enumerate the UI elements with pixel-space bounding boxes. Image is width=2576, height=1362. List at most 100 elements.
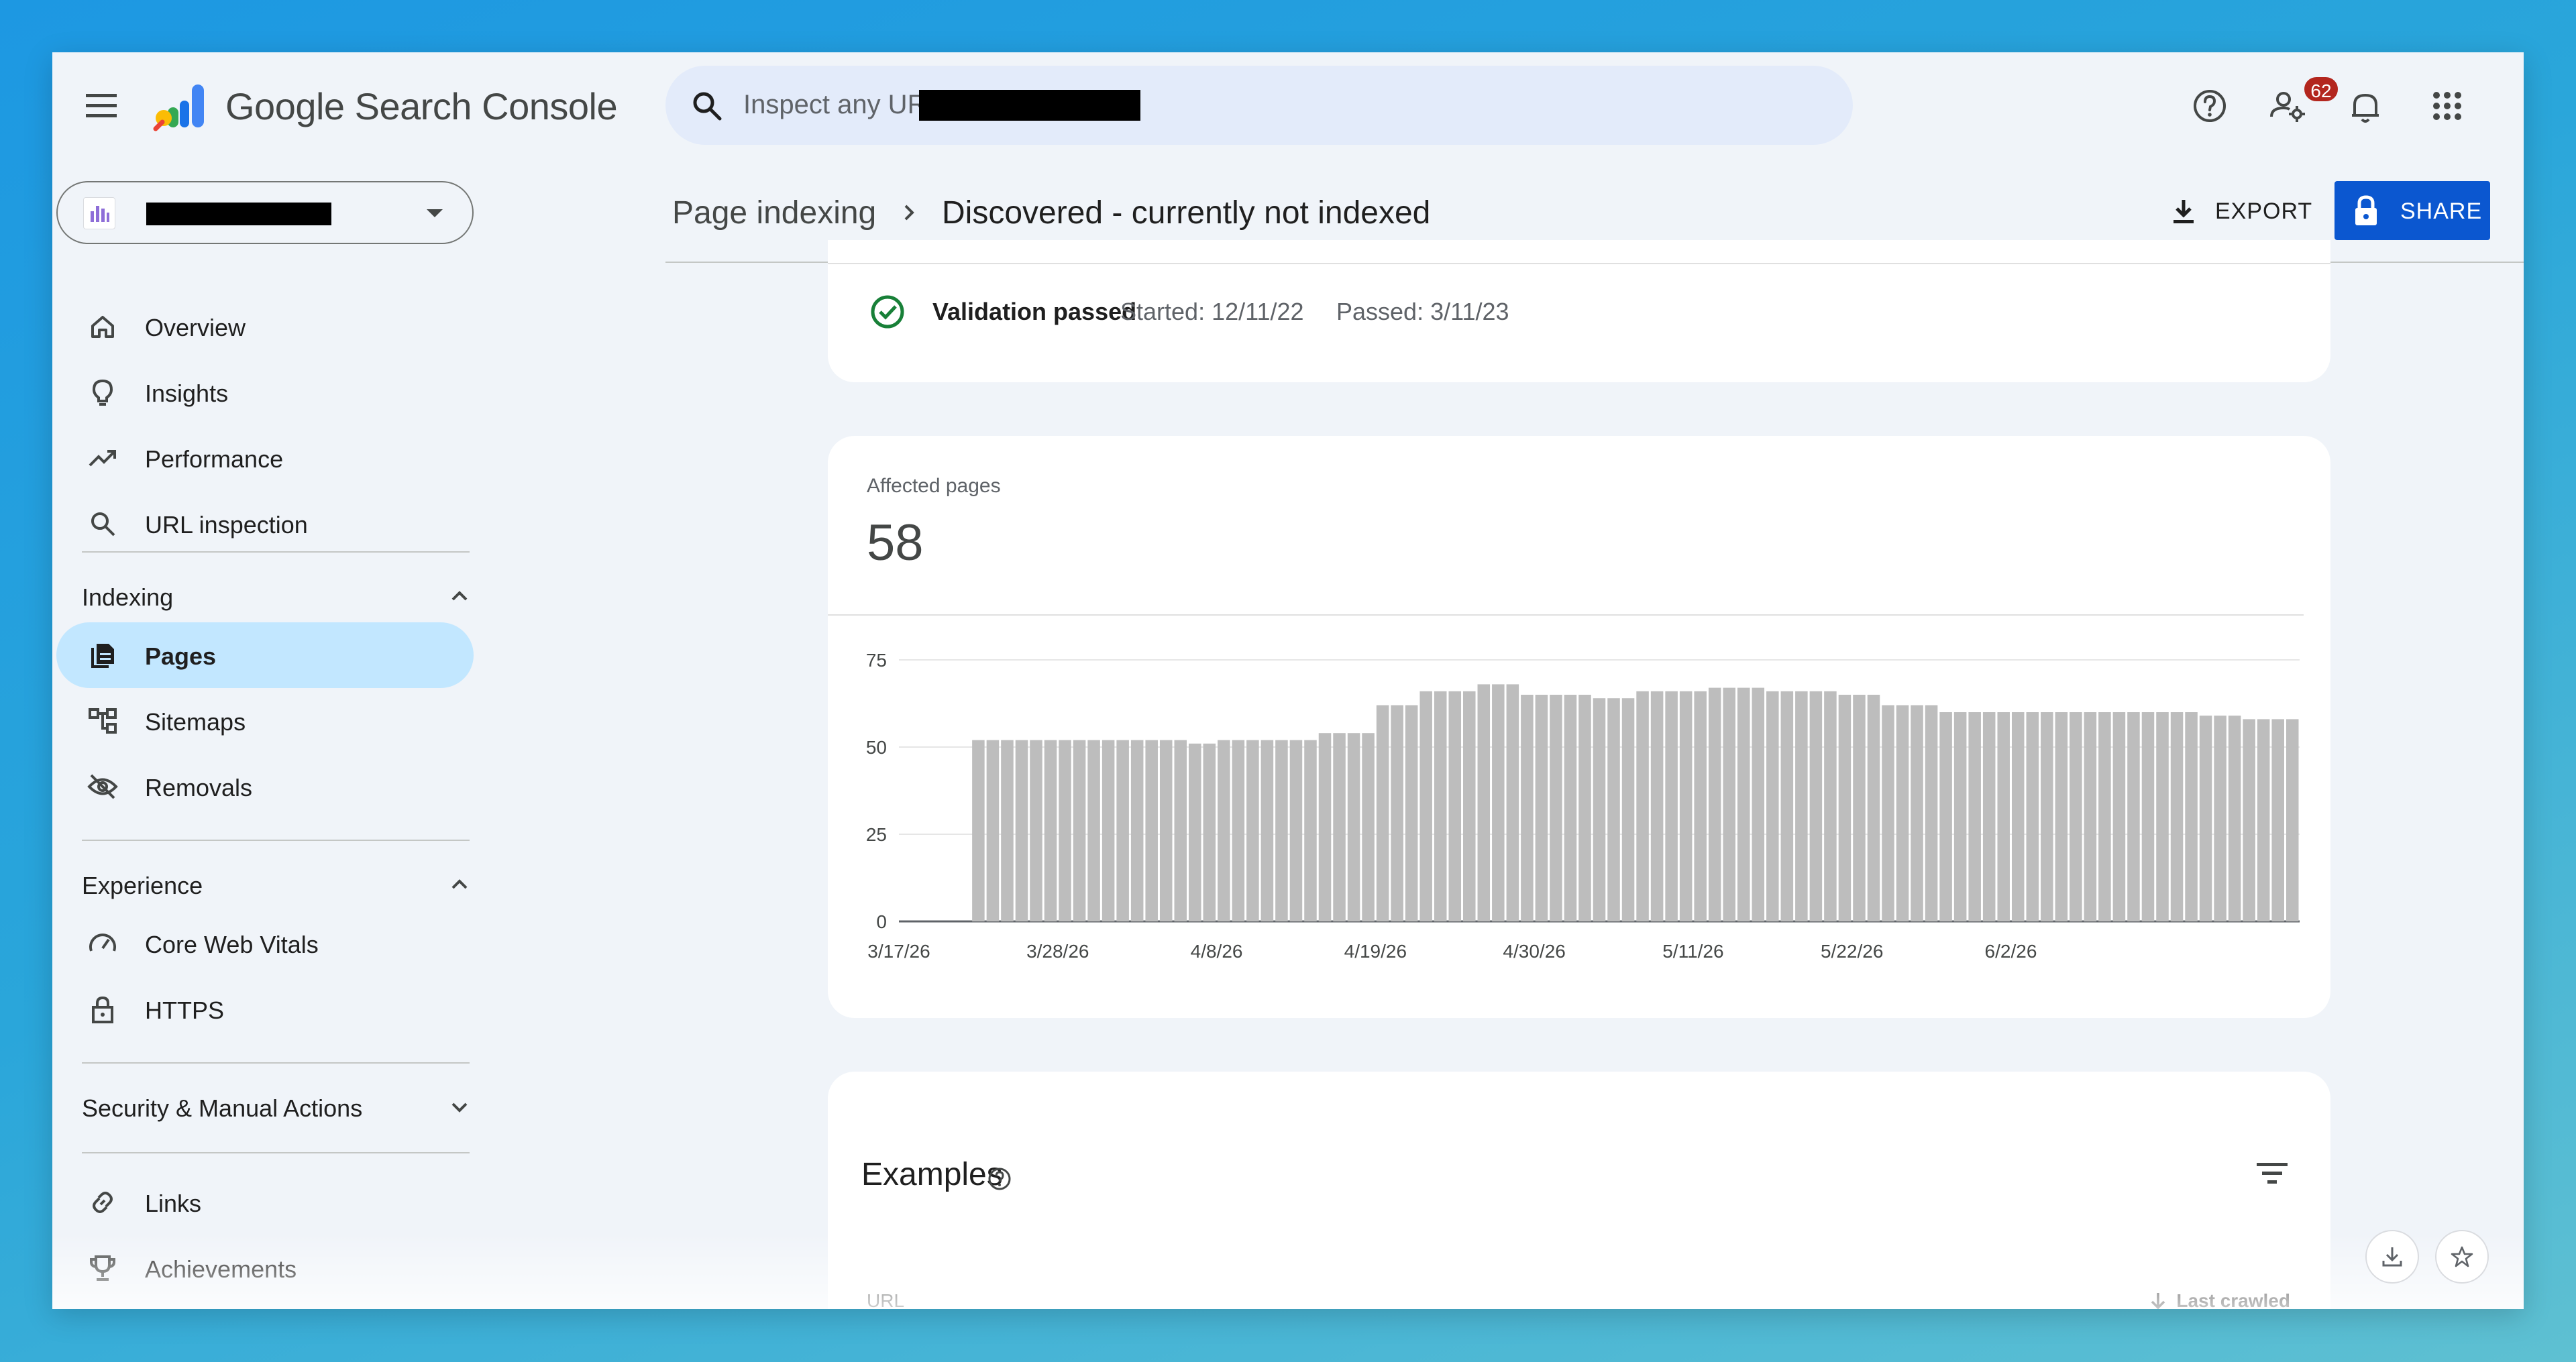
- bar: [1838, 695, 1851, 921]
- y-tick-label: 50: [866, 737, 887, 758]
- breadcrumb-page-indexing[interactable]: Page indexing: [672, 194, 876, 231]
- bar: [1925, 705, 1938, 921]
- browser-window: Google Search Console Inspect any URL in: [52, 52, 2524, 1309]
- bar: [1116, 740, 1129, 921]
- redacted-property-name: [146, 203, 331, 225]
- bar: [1477, 684, 1491, 921]
- bar: [972, 740, 985, 921]
- search-icon: [693, 92, 722, 121]
- bar: [1853, 695, 1866, 921]
- x-tick-label: 3/28/26: [1026, 941, 1089, 962]
- home-icon: [91, 316, 114, 338]
- sidebar-item-sitemaps[interactable]: Sitemaps: [56, 688, 474, 754]
- sidebar-item-label: Performance: [145, 445, 284, 473]
- link-icon: [93, 1192, 113, 1213]
- sidebar-item-label: Removals: [145, 774, 253, 801]
- sidebar-item-performance[interactable]: Performance: [56, 425, 474, 491]
- bar: [1939, 712, 1952, 921]
- bar: [1391, 705, 1403, 921]
- user-settings-icon[interactable]: [2267, 86, 2308, 126]
- bar: [1492, 684, 1505, 921]
- download-page-button[interactable]: [2365, 1230, 2419, 1284]
- bar: [2011, 712, 2025, 921]
- sidebar-item-links[interactable]: Links: [56, 1170, 474, 1235]
- chevron-up-icon[interactable]: [449, 586, 470, 606]
- sidebar-divider: [82, 1062, 470, 1064]
- bar: [1347, 733, 1360, 921]
- bar: [2214, 716, 2226, 921]
- bar: [1737, 687, 1750, 921]
- metric-value: 58: [867, 514, 924, 571]
- bar: [1275, 740, 1288, 921]
- share-button[interactable]: SHARE: [2334, 181, 2490, 240]
- validation-card: Validation passed Started: 12/11/22 Pass…: [828, 240, 2330, 382]
- bar: [1621, 698, 1635, 921]
- bar: [1679, 691, 1693, 921]
- bar: [1694, 691, 1707, 921]
- apps-grid-icon[interactable]: [2427, 86, 2467, 126]
- bar: [1593, 698, 1606, 921]
- property-selector[interactable]: [56, 181, 474, 244]
- bookmark-star-button[interactable]: [2435, 1230, 2489, 1284]
- bar: [1650, 691, 1664, 921]
- section-experience[interactable]: Experience: [82, 857, 470, 911]
- sidebar-item-label: HTTPS: [145, 997, 225, 1024]
- examples-card: Examples URL Last crawled: [828, 1072, 2330, 1309]
- bar: [1578, 695, 1591, 921]
- url-inspect-search[interactable]: Inspect any URL in: [665, 66, 1853, 145]
- bar: [1333, 733, 1346, 921]
- sidebar-item-achievements[interactable]: Achievements: [56, 1235, 474, 1301]
- validation-passed: Passed: 3/11/23: [1336, 298, 1509, 325]
- bar: [1607, 698, 1620, 921]
- bar: [1564, 695, 1577, 921]
- bar: [1174, 740, 1187, 921]
- page-title: Discovered - currently not indexed: [942, 195, 1431, 231]
- export-button[interactable]: EXPORT: [2156, 182, 2348, 240]
- help-icon[interactable]: [986, 1166, 1013, 1192]
- filter-icon[interactable]: [2253, 1153, 2292, 1192]
- eye-off-icon: [87, 774, 118, 799]
- affected-pages-card: Affected pages 58 0 25 50 75 3/17/26 3/28/26 4…: [828, 436, 2330, 1018]
- search-console-logo-icon[interactable]: [153, 80, 211, 133]
- bar: [1636, 691, 1649, 921]
- sidebar-item-pages[interactable]: Pages: [56, 622, 474, 688]
- chevron-down-icon[interactable]: [449, 1097, 470, 1117]
- sidebar-item-removals[interactable]: Removals: [56, 754, 474, 819]
- sidebar-item-label: Insights: [145, 380, 229, 407]
- bar: [1550, 695, 1562, 921]
- column-label: Last crawled: [2176, 1290, 2290, 1309]
- product-name[interactable]: Google Search Console: [225, 84, 618, 128]
- search-icon: [91, 512, 115, 536]
- bar: [2243, 719, 2255, 921]
- column-header-last-crawled[interactable]: Last crawled: [2148, 1290, 2290, 1309]
- sidebar-item-https[interactable]: HTTPS: [56, 976, 474, 1042]
- help-icon[interactable]: [2190, 86, 2230, 126]
- hamburger-menu-icon[interactable]: [82, 89, 122, 123]
- section-security-manual-actions[interactable]: Security & Manual Actions: [82, 1080, 470, 1133]
- notification-count-badge: 62: [2302, 75, 2340, 103]
- sidebar-item-label: Links: [145, 1190, 202, 1217]
- chevron-up-icon[interactable]: [449, 874, 470, 895]
- bar: [1708, 687, 1721, 921]
- sidebar-item-core-web-vitals[interactable]: Core Web Vitals: [56, 911, 474, 976]
- bar: [2170, 712, 2184, 921]
- bar: [1159, 740, 1173, 921]
- bar: [2055, 712, 2068, 921]
- bar: [1130, 740, 1144, 921]
- bar: [1376, 705, 1389, 921]
- sidebar-item-insights[interactable]: Insights: [56, 359, 474, 425]
- bar: [1304, 740, 1317, 921]
- bar: [1260, 740, 1274, 921]
- column-header-url[interactable]: URL: [867, 1290, 904, 1309]
- section-indexing[interactable]: Indexing: [82, 569, 470, 622]
- sidebar-item-label: Core Web Vitals: [145, 931, 319, 958]
- arrow-down-icon: [2151, 1293, 2165, 1309]
- bar: [2112, 712, 2126, 921]
- sidebar-item-url-inspection[interactable]: URL inspection: [56, 491, 474, 557]
- sidebar-item-label: Pages: [145, 642, 217, 670]
- check-circle-icon: [871, 295, 904, 329]
- bar: [1968, 712, 1981, 921]
- dropdown-caret-icon[interactable]: [425, 207, 444, 220]
- sidebar-item-overview[interactable]: Overview: [56, 294, 474, 359]
- notifications-bell-icon[interactable]: [2345, 86, 2385, 126]
